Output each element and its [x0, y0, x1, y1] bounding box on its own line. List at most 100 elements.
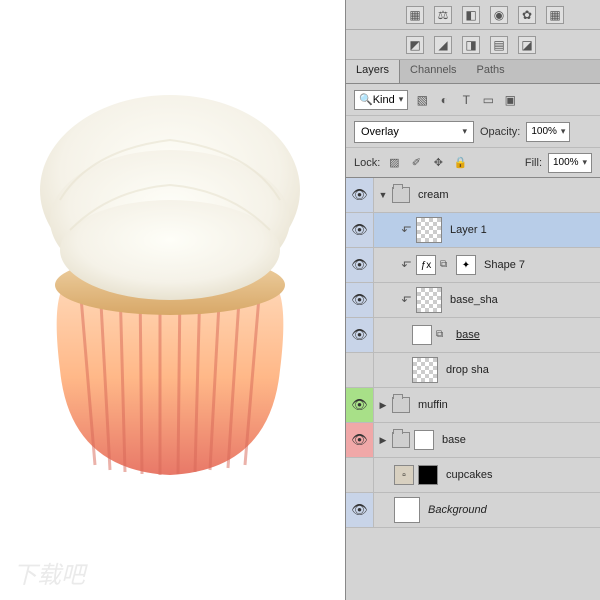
- eye-icon: 👁: [351, 502, 368, 518]
- disclosure-open-icon[interactable]: ▼: [378, 190, 388, 200]
- watermark: 下载吧: [13, 555, 85, 590]
- fx-thumbnail[interactable]: ƒx: [416, 255, 436, 275]
- gradient-map-icon[interactable]: ▤: [490, 36, 508, 54]
- fill-label: Fill:: [525, 157, 542, 169]
- layer-name: drop sha: [446, 364, 489, 376]
- filter-type-icon[interactable]: T: [458, 92, 474, 108]
- chevron-down-icon: ▾: [582, 157, 587, 168]
- layer-shape7[interactable]: 👁 ↳ ƒx ⧉ ✦ Shape 7: [346, 248, 600, 283]
- layer-name: Background: [428, 504, 487, 516]
- visibility-toggle[interactable]: 👁: [346, 283, 374, 317]
- balance-icon[interactable]: ⚖: [434, 6, 452, 24]
- eye-icon: 👁: [351, 187, 368, 203]
- panels-sidebar: ▦ ⚖ ◧ ◉ ✿ ▦ ◩ ◢ ◨ ▤ ◪ Layers Channels Pa…: [345, 0, 600, 600]
- document-canvas[interactable]: 下载吧: [0, 0, 345, 600]
- filter-adjust-icon[interactable]: ◐: [436, 92, 452, 108]
- blend-mode-row: Overlay ▾ Opacity: 100% ▾: [346, 116, 600, 148]
- eye-icon: 👁: [351, 432, 368, 448]
- histogram-icon[interactable]: ▦: [406, 6, 424, 24]
- hue-icon[interactable]: ✿: [518, 6, 536, 24]
- layer-thumbnail[interactable]: [416, 287, 442, 313]
- opacity-input[interactable]: 100% ▾: [526, 122, 570, 142]
- fill-input[interactable]: 100% ▾: [548, 153, 592, 173]
- shape-thumbnail[interactable]: [412, 325, 432, 345]
- layer-base-sha[interactable]: 👁 ↳ base_sha: [346, 283, 600, 318]
- layer-name: Shape 7: [484, 259, 525, 271]
- tab-channels[interactable]: Channels: [400, 60, 466, 83]
- tab-layers[interactable]: Layers: [346, 60, 400, 83]
- layer-layer1[interactable]: 👁 ↳ Layer 1: [346, 213, 600, 248]
- mask-thumbnail[interactable]: [418, 465, 438, 485]
- layer-group-cream[interactable]: 👁 ▼ cream: [346, 178, 600, 213]
- visibility-toggle[interactable]: 👁: [346, 213, 374, 247]
- blend-mode-select[interactable]: Overlay ▾: [354, 121, 474, 143]
- layer-name: base_sha: [450, 294, 498, 306]
- filter-kind-select[interactable]: 🔍 Kind ▾: [354, 90, 408, 110]
- lock-all-icon[interactable]: 🔒: [452, 155, 468, 171]
- layer-name: cupcakes: [446, 469, 492, 481]
- lock-transparency-icon[interactable]: ▨: [386, 155, 402, 171]
- folder-icon: [392, 187, 410, 203]
- eye-icon: 👁: [351, 292, 368, 308]
- chevron-down-icon: ▾: [561, 126, 566, 137]
- grid-icon[interactable]: ▦: [546, 6, 564, 24]
- chevron-down-icon: ▾: [399, 94, 404, 105]
- visibility-toggle[interactable]: [346, 458, 374, 492]
- lock-row: Lock: ▨ ✐ ✥ 🔒 Fill: 100% ▾: [346, 148, 600, 178]
- blend-mode-value: Overlay: [361, 126, 399, 138]
- posterize-icon[interactable]: ◢: [434, 36, 452, 54]
- panel-tabs: Layers Channels Paths: [346, 60, 600, 84]
- eye-icon: 👁: [351, 327, 368, 343]
- exposure-icon[interactable]: ◉: [490, 6, 508, 24]
- lock-label: Lock:: [354, 157, 380, 169]
- mask-thumbnail[interactable]: ✦: [456, 255, 476, 275]
- lock-brush-icon[interactable]: ✐: [408, 155, 424, 171]
- link-icon[interactable]: ⧉: [436, 329, 448, 341]
- layer-cupcakes[interactable]: ▫ cupcakes: [346, 458, 600, 493]
- link-icon[interactable]: ⧉: [440, 259, 452, 271]
- layer-thumbnail[interactable]: [412, 357, 438, 383]
- chevron-updown-icon: ▾: [462, 126, 467, 137]
- layer-base[interactable]: 👁 ⧉ base: [346, 318, 600, 353]
- smart-thumbnail[interactable]: ▫: [394, 465, 414, 485]
- mask-thumbnail[interactable]: [414, 430, 434, 450]
- layer-thumbnail[interactable]: [394, 497, 420, 523]
- layer-thumbnail[interactable]: [416, 217, 442, 243]
- visibility-toggle[interactable]: 👁: [346, 178, 374, 212]
- layer-name: muffin: [418, 399, 448, 411]
- visibility-toggle[interactable]: 👁: [346, 388, 374, 422]
- contrast-icon[interactable]: ◧: [462, 6, 480, 24]
- eye-icon: 👁: [351, 222, 368, 238]
- filter-kind-label: Kind: [373, 94, 395, 106]
- lock-position-icon[interactable]: ✥: [430, 155, 446, 171]
- layer-drop-sha[interactable]: drop sha: [346, 353, 600, 388]
- filter-shape-icon[interactable]: ▭: [480, 92, 496, 108]
- invert-icon[interactable]: ◩: [406, 36, 424, 54]
- filter-pixel-icon[interactable]: ▧: [414, 92, 430, 108]
- threshold-icon[interactable]: ◨: [462, 36, 480, 54]
- eye-icon: 👁: [351, 397, 368, 413]
- visibility-toggle[interactable]: 👁: [346, 248, 374, 282]
- layer-name: base: [442, 434, 466, 446]
- layer-background[interactable]: 👁 Background: [346, 493, 600, 528]
- visibility-toggle[interactable]: 👁: [346, 318, 374, 352]
- cupcake-artwork: [10, 90, 330, 490]
- layer-group-muffin[interactable]: 👁 ▶ muffin: [346, 388, 600, 423]
- disclosure-closed-icon[interactable]: ▶: [378, 400, 388, 411]
- filter-smart-icon[interactable]: ▣: [502, 92, 518, 108]
- options-row-1: ▦ ⚖ ◧ ◉ ✿ ▦: [346, 0, 600, 30]
- disclosure-closed-icon[interactable]: ▶: [378, 435, 388, 446]
- layer-filter-row: 🔍 Kind ▾ ▧ ◐ T ▭ ▣: [346, 84, 600, 116]
- selective-icon[interactable]: ◪: [518, 36, 536, 54]
- options-row-2: ◩ ◢ ◨ ▤ ◪: [346, 30, 600, 60]
- tab-paths[interactable]: Paths: [467, 60, 515, 83]
- visibility-toggle[interactable]: [346, 353, 374, 387]
- layer-group-base[interactable]: 👁 ▶ base: [346, 423, 600, 458]
- layer-name: Layer 1: [450, 224, 487, 236]
- layer-name: cream: [418, 189, 449, 201]
- visibility-toggle[interactable]: 👁: [346, 493, 374, 527]
- layers-list: 👁 ▼ cream 👁 ↳ Layer 1 👁: [346, 178, 600, 600]
- folder-icon: [392, 432, 410, 448]
- eye-icon: 👁: [351, 257, 368, 273]
- visibility-toggle[interactable]: 👁: [346, 423, 374, 457]
